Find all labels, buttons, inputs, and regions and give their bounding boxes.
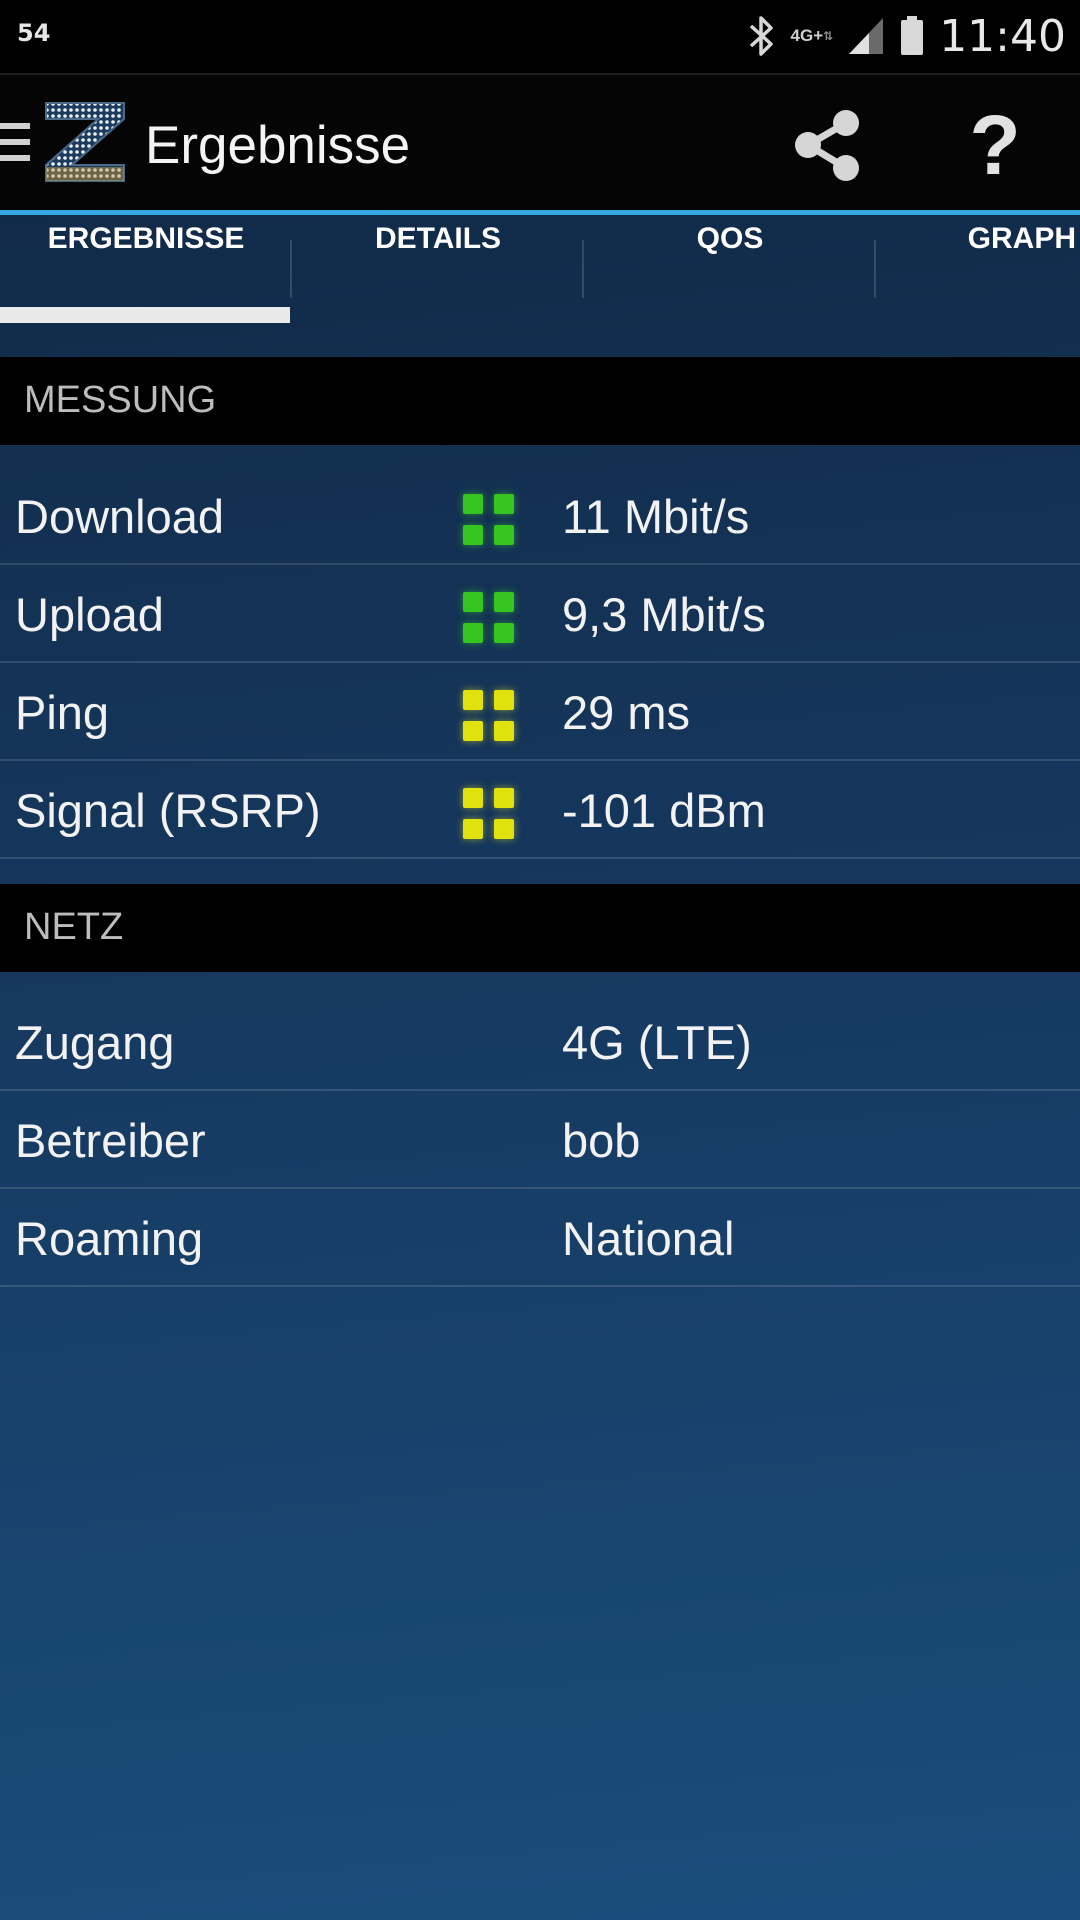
section-header-measurement: MESSUNG [0, 357, 1080, 445]
row-label: Betreiber [15, 1114, 206, 1167]
battery-icon [899, 15, 925, 57]
section-header-network: NETZ [0, 884, 1080, 972]
quality-indicator-icon [463, 690, 515, 742]
result-row-upload[interactable]: Upload 9,3 Mbit/s [0, 565, 1080, 663]
tab-bar: ERGEBNISSE DETAILS QOS GRAPH [0, 215, 1080, 325]
app-title: Ergebnisse [145, 116, 411, 175]
result-row-download[interactable]: Download 11 Mbit/s [0, 467, 1080, 565]
quality-indicator-icon [463, 494, 515, 546]
tab-qos[interactable]: QOS [584, 215, 876, 325]
network-type-label: 4G+ [790, 26, 824, 45]
row-divider [0, 857, 1080, 859]
row-value: -101 dBm [562, 784, 766, 837]
help-button[interactable]: ? [960, 95, 1030, 195]
row-label: Zugang [15, 1016, 175, 1069]
row-value: 9,3 Mbit/s [562, 588, 766, 641]
row-value: 4G (LTE) [562, 1016, 752, 1069]
row-label: Signal (RSRP) [15, 784, 321, 837]
selected-tab-indicator [0, 307, 290, 323]
row-divider [0, 1285, 1080, 1287]
tab-details[interactable]: DETAILS [292, 215, 584, 325]
row-label: Ping [15, 686, 110, 739]
row-value: National [562, 1212, 735, 1265]
app-bar: Ergebnisse ? [0, 75, 1080, 210]
row-value: 29 ms [562, 686, 690, 739]
network-row-operator[interactable]: Betreiber bob [0, 1091, 1080, 1189]
network-type-icon: 4G+ ⇅ [790, 26, 834, 45]
section-title: MESSUNG [24, 379, 217, 421]
bluetooth-icon [747, 14, 777, 58]
row-value: bob [562, 1114, 641, 1167]
quality-indicator-icon [463, 592, 515, 644]
signal-strength-icon [847, 16, 885, 56]
section-title: NETZ [24, 906, 124, 948]
row-label: Download [15, 490, 225, 543]
status-icons: 4G+ ⇅ 11:40 [747, 6, 1066, 66]
status-bar: 54 4G+ ⇅ 11:40 [0, 0, 1080, 75]
tab-graph[interactable]: GRAPH [876, 215, 1076, 325]
network-row-access[interactable]: Zugang 4G (LTE) [0, 993, 1080, 1091]
app-logo-icon[interactable] [44, 101, 126, 188]
result-row-signal[interactable]: Signal (RSRP) -101 dBm [0, 761, 1080, 859]
status-notification-count: 54 [17, 19, 51, 47]
network-row-roaming[interactable]: Roaming National [0, 1189, 1080, 1287]
share-button[interactable] [790, 108, 865, 183]
row-label: Roaming [15, 1212, 204, 1265]
quality-indicator-icon [463, 788, 515, 840]
row-value: 11 Mbit/s [562, 490, 750, 543]
result-row-ping[interactable]: Ping 29 ms [0, 663, 1080, 761]
share-icon [795, 110, 859, 181]
row-label: Upload [15, 588, 164, 641]
status-clock: 11:40 [939, 10, 1066, 62]
menu-icon[interactable] [0, 123, 30, 170]
